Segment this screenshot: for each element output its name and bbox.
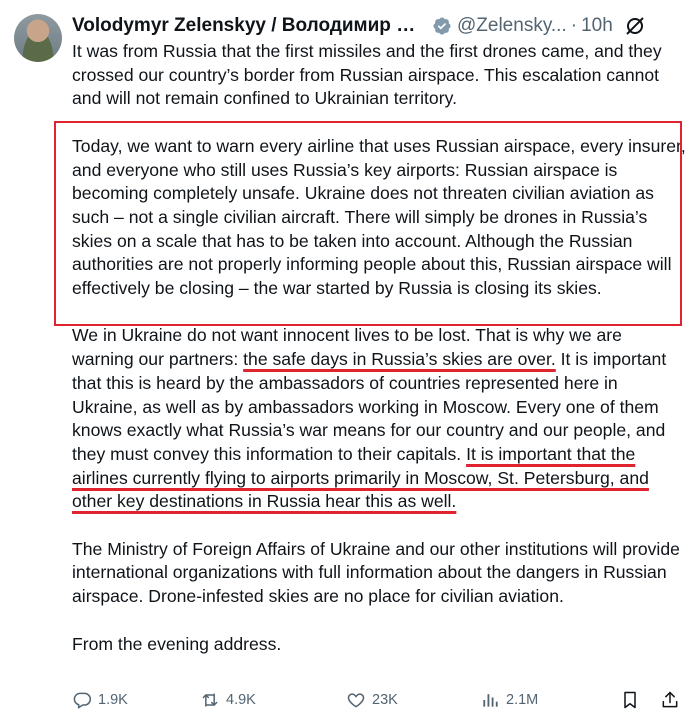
views-count: 2.1M: [506, 692, 539, 708]
author-handle[interactable]: @Zelensky...: [457, 15, 567, 37]
author-name[interactable]: Volodymyr Zelenskyy / Володимир Зеле...: [72, 15, 427, 37]
separator-dot: ·: [570, 15, 578, 36]
post-body: It was from Russia that the first missil…: [54, 40, 688, 680]
action-bar: 1.9K 4.9K 23K 2.1M: [72, 688, 684, 712]
paragraph-5: From the evening address.: [72, 633, 282, 654]
repost-button[interactable]: 4.9K: [200, 690, 346, 710]
reply-button[interactable]: 1.9K: [72, 690, 200, 710]
repost-icon: [202, 693, 218, 707]
highlighted-block: Today, we want to warn every airline tha…: [54, 120, 688, 326]
grok-icon[interactable]: [623, 14, 647, 38]
paragraph-3: We in Ukraine do not want innocent lives…: [72, 324, 688, 514]
post-time[interactable]: 10h: [581, 15, 613, 37]
reply-icon: [73, 692, 92, 709]
bookmark-icon: [624, 691, 636, 709]
paragraph-1: It was from Russia that the first missil…: [72, 41, 662, 109]
reply-count: 1.9K: [98, 692, 128, 708]
like-button[interactable]: 23K: [346, 690, 480, 710]
views-icon: [483, 694, 498, 707]
share-icon: [662, 691, 678, 708]
repost-count: 4.9K: [226, 692, 256, 708]
paragraph-2: Today, we want to warn every airline tha…: [72, 135, 686, 299]
verified-badge-icon: [433, 17, 451, 35]
bookmark-button[interactable]: [620, 690, 650, 710]
avatar[interactable]: [14, 14, 62, 62]
post-header: Volodymyr Zelenskyy / Володимир Зеле... …: [72, 13, 686, 39]
views-button[interactable]: 2.1M: [480, 690, 620, 710]
paragraph-4: The Ministry of Foreign Affairs of Ukrai…: [72, 538, 680, 607]
like-count: 23K: [372, 692, 398, 708]
share-button[interactable]: [660, 690, 684, 710]
underlined-phrase-1: the safe days in Russia’s skies are over…: [243, 349, 556, 370]
heart-icon: [347, 693, 365, 708]
